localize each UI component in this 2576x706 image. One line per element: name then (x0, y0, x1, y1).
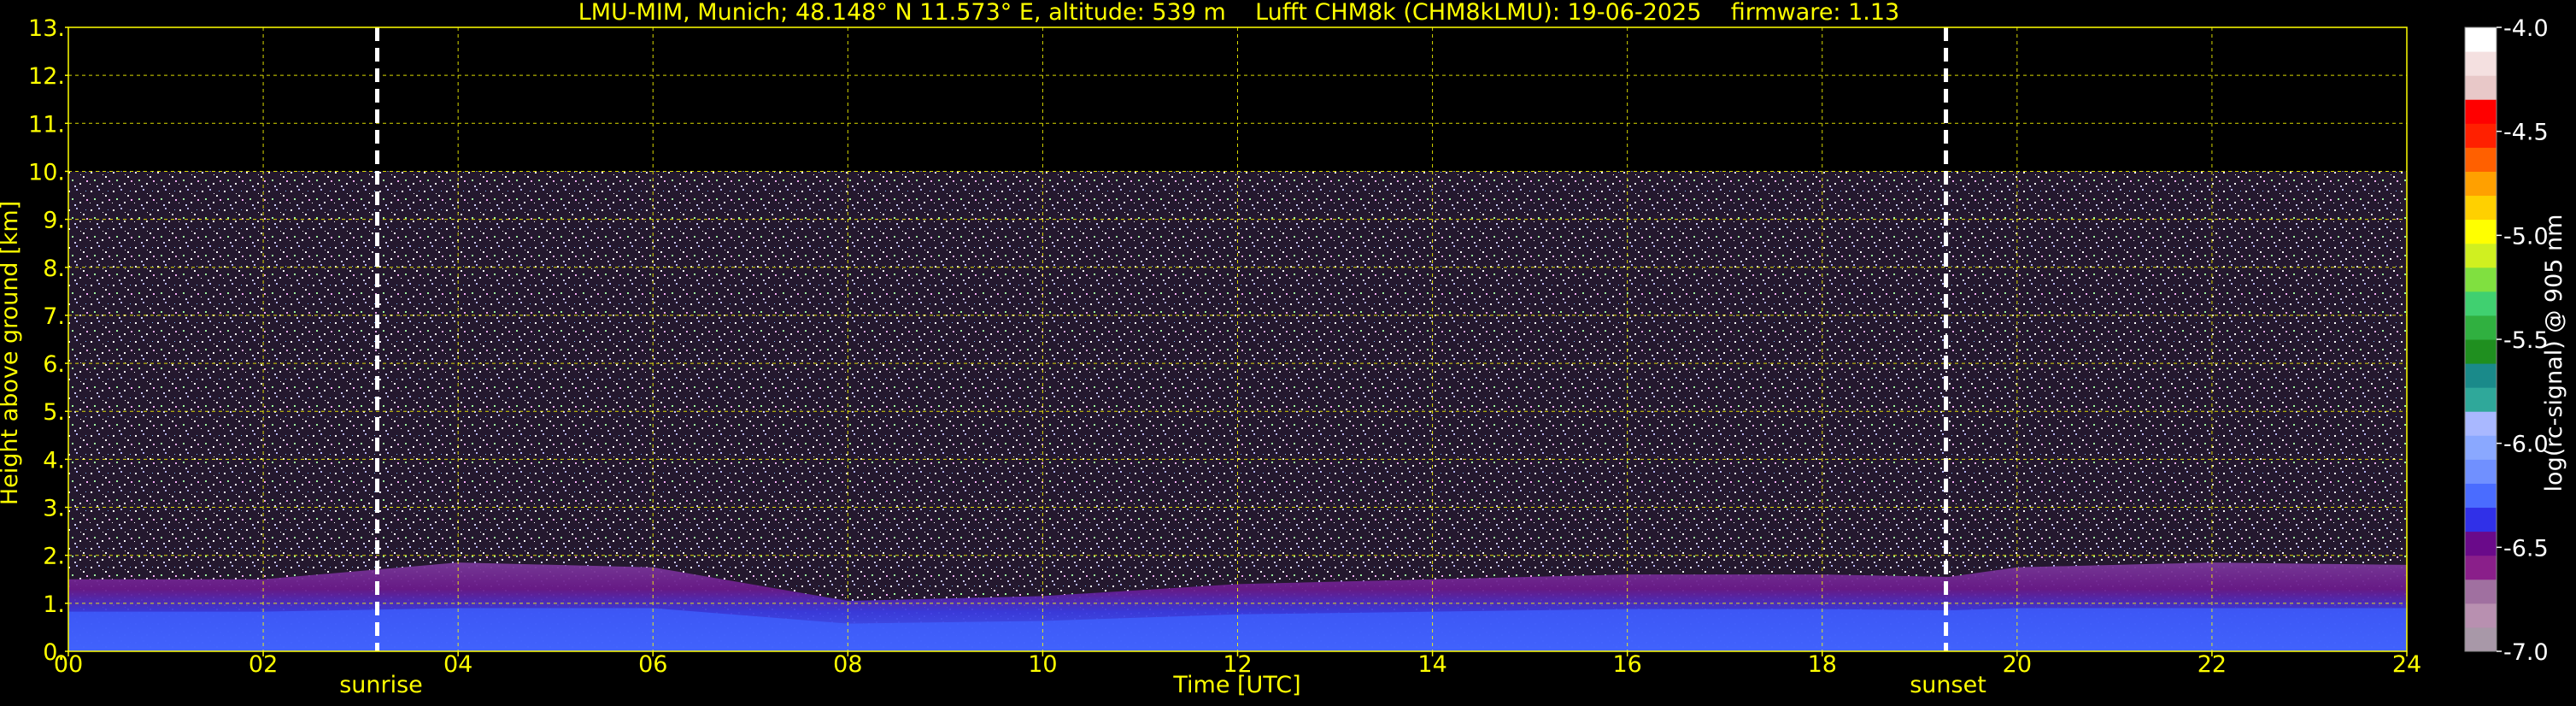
colorbar-swatch (2465, 435, 2497, 460)
y-tick-label: 6. (43, 351, 65, 378)
colorbar-swatch (2465, 195, 2497, 221)
y-tick-label: 9. (43, 208, 65, 234)
colorbar-tick-label: -6.5 (2503, 535, 2549, 562)
y-tick-label: 13. (28, 15, 65, 42)
y-tick-label: 5. (43, 399, 65, 426)
colorbar-swatch (2465, 315, 2497, 340)
colorbar-swatch (2465, 627, 2497, 652)
colorbar-swatch (2465, 579, 2497, 604)
colorbar-swatch (2465, 363, 2497, 388)
colorbar-tick-label: -7.0 (2503, 639, 2549, 666)
colorbar-swatch (2465, 51, 2497, 76)
colorbar-swatch (2465, 387, 2497, 412)
colorbar-tick-label: -5.5 (2503, 327, 2549, 354)
y-tick-label: 0. (43, 639, 65, 666)
colorbar-swatch (2465, 507, 2497, 532)
colorbar-tick-label: -5.0 (2503, 223, 2549, 250)
colorbar-swatch (2465, 27, 2497, 52)
colorbar-swatch (2465, 459, 2497, 484)
y-tick-label: 3. (43, 496, 65, 522)
colorbar-swatch (2465, 171, 2497, 197)
colorbar-tick-label: -4.0 (2503, 15, 2549, 42)
y-tick-label: 7. (43, 303, 65, 330)
colorbar-swatch (2465, 555, 2497, 580)
y-tick-label: 4. (43, 447, 65, 474)
colorbar-swatch (2465, 147, 2497, 172)
colorbar-swatch (2465, 243, 2497, 268)
colorbar-swatch (2465, 75, 2497, 100)
colorbar-swatch (2465, 531, 2497, 556)
colorbar: -4.0 -4.5 -5.0 -5.5 -6.0 -6.5 -7.0 (2464, 15, 2549, 666)
colorbar-swatch (2465, 123, 2497, 148)
colorbar-swatch (2465, 267, 2497, 292)
colorbar-swatch (2465, 219, 2497, 244)
plot-area: 00 02 04 06 08 10 12 14 16 18 20 22 240.1.2.3.4.5.6.… (28, 15, 2421, 678)
colorbar-swatch (2465, 603, 2497, 628)
colorbar-swatch (2465, 411, 2497, 436)
ceilometer-chart: 00 02 04 06 08 10 12 14 16 18 20 22 240.1.2.3.4.5.6.… (28, 15, 2549, 678)
y-tick-label: 2. (43, 544, 65, 570)
colorbar-tick-label: -6.0 (2503, 432, 2549, 458)
y-tick-label: 12. (28, 63, 65, 90)
y-tick-label: 8. (43, 256, 65, 282)
y-tick-label: 11. (28, 111, 65, 138)
y-tick-label: 1. (43, 591, 65, 618)
colorbar-swatch (2465, 483, 2497, 509)
y-tick-label: 10. (28, 159, 65, 185)
colorbar-tick-label: -4.5 (2503, 120, 2549, 146)
colorbar-swatch (2465, 99, 2497, 124)
colorbar-swatch (2465, 291, 2497, 316)
colorbar-swatch (2465, 339, 2497, 364)
